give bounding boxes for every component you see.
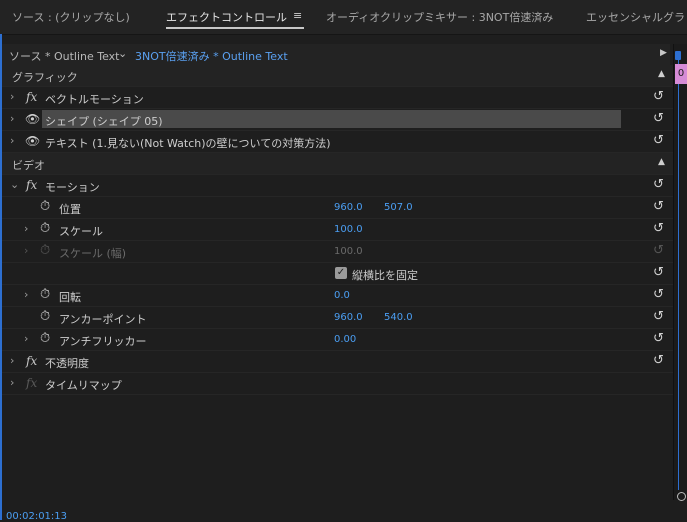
chevron-right-icon[interactable]: › xyxy=(24,288,28,301)
effect-row-opacity[interactable]: › fx 不透明度 ↺ xyxy=(2,351,673,373)
source-clip-row: ソース * Outline Text ⌄ 3NOT倍速済み * Outline … xyxy=(2,44,670,66)
stopwatch-icon[interactable]: ⏱ xyxy=(40,331,50,346)
property-label: アンカーポイント xyxy=(59,313,147,326)
position-x-value[interactable]: 960.0 xyxy=(334,202,363,213)
playhead-handle[interactable] xyxy=(675,51,681,60)
clip-marker[interactable]: 0 xyxy=(675,64,687,84)
stopwatch-icon[interactable]: ⏱ xyxy=(40,287,50,302)
tab-audio-clip-mixer[interactable]: オーディオクリップミキサー : 3NOT倍速済み xyxy=(326,9,553,25)
section-video: ビデオ ▲ xyxy=(2,153,673,175)
source-label[interactable]: ソース * Outline Text xyxy=(9,48,119,64)
property-row-uniform-scale: ✓ 縦横比を固定 ↺ xyxy=(2,263,673,285)
property-label: スケール (幅) xyxy=(59,247,127,260)
reset-icon[interactable]: ↺ xyxy=(653,133,664,148)
scale-width-value: 100.0 xyxy=(334,246,363,257)
eye-icon[interactable]: 👁 xyxy=(25,112,40,126)
rotation-value[interactable]: 0.0 xyxy=(334,290,350,301)
property-row-scale: › ⏱ スケール 100.0 ↺ xyxy=(2,219,673,241)
chevron-right-icon[interactable]: › xyxy=(24,332,28,345)
position-y-value[interactable]: 507.0 xyxy=(384,202,413,213)
effect-name: 不透明度 xyxy=(45,357,89,370)
effect-name: シェイプ (シェイプ 05) xyxy=(45,115,163,128)
chevron-right-icon[interactable]: › xyxy=(10,134,14,147)
current-timecode[interactable]: 00:02:01:13 xyxy=(6,511,67,522)
fx-icon[interactable]: fx xyxy=(26,178,37,192)
anchor-x-value[interactable]: 960.0 xyxy=(334,312,363,323)
reset-icon[interactable]: ↺ xyxy=(653,287,664,302)
fx-icon[interactable]: fx xyxy=(26,90,37,104)
tab-effect-controls[interactable]: エフェクトコントロール xyxy=(166,9,287,25)
property-label: 回転 xyxy=(59,291,81,304)
section-label: ビデオ xyxy=(12,159,45,172)
reset-icon: ↺ xyxy=(653,243,664,258)
property-label: 位置 xyxy=(59,203,81,216)
sequence-clip-label[interactable]: 3NOT倍速済み * Outline Text xyxy=(135,48,288,64)
playhead-line xyxy=(678,60,679,490)
chevron-down-icon[interactable]: ⌄ xyxy=(118,47,127,60)
property-label: スケール xyxy=(59,225,103,238)
effect-row-time-remap[interactable]: › fx タイムリマップ xyxy=(2,373,673,395)
fx-icon[interactable]: fx xyxy=(26,354,37,368)
reset-icon[interactable]: ↺ xyxy=(653,199,664,214)
effect-name: タイムリマップ xyxy=(45,379,122,392)
reset-icon[interactable]: ↺ xyxy=(653,265,664,280)
effect-row-text[interactable]: › 👁 テキスト (1.見ない(Not Watch)の壁についての対策方法) ↺ xyxy=(2,131,673,153)
property-row-position: ⏱ 位置 960.0 507.0 ↺ xyxy=(2,197,673,219)
effect-list: グラフィック ▲ › fx ベクトルモーション ↺ › 👁 シェイプ (シェイプ… xyxy=(2,65,673,395)
tab-source[interactable]: ソース : (クリップなし) xyxy=(12,9,130,25)
effect-row-vector-motion[interactable]: › fx ベクトルモーション ↺ xyxy=(2,87,673,109)
reset-icon[interactable]: ↺ xyxy=(653,89,664,104)
reset-icon[interactable]: ↺ xyxy=(653,353,664,368)
stopwatch-icon[interactable]: ⏱ xyxy=(40,309,50,324)
eye-icon[interactable]: 👁 xyxy=(25,134,40,148)
property-row-rotation: › ⏱ 回転 0.0 ↺ xyxy=(2,285,673,307)
property-row-anchor-point: ⏱ アンカーポイント 960.0 540.0 ↺ xyxy=(2,307,673,329)
play-icon[interactable]: ▶ xyxy=(660,48,667,58)
property-label: アンチフリッカー xyxy=(59,335,147,348)
reset-icon[interactable]: ↺ xyxy=(653,177,664,192)
anchor-y-value[interactable]: 540.0 xyxy=(384,312,413,323)
active-tab-underline xyxy=(166,27,304,29)
effect-row-motion[interactable]: ⌄ fx モーション ↺ xyxy=(2,175,673,197)
chevron-right-icon[interactable]: › xyxy=(10,376,14,389)
scale-value[interactable]: 100.0 xyxy=(334,224,363,235)
reset-icon[interactable]: ↺ xyxy=(653,111,664,126)
panel-tab-bar: ソース : (クリップなし) エフェクトコントロール ≡ オーディオクリップミキ… xyxy=(0,0,687,35)
mini-timeline[interactable] xyxy=(673,44,687,500)
checkbox-label: 縦横比を固定 xyxy=(352,269,418,282)
chevron-right-icon: › xyxy=(24,244,29,257)
property-row-anti-flicker: › ⏱ アンチフリッカー 0.00 ↺ xyxy=(2,329,673,351)
chevron-right-icon[interactable]: › xyxy=(10,112,14,125)
effect-name: テキスト (1.見ない(Not Watch)の壁についての対策方法) xyxy=(45,137,331,150)
section-graphics: グラフィック ▲ xyxy=(2,65,673,87)
effect-row-shape[interactable]: › 👁 シェイプ (シェイプ 05) ↺ xyxy=(2,109,673,131)
stopwatch-icon[interactable]: ⏱ xyxy=(40,199,50,214)
chevron-down-icon[interactable]: ⌄ xyxy=(10,178,19,191)
stopwatch-icon: ⏱ xyxy=(40,243,51,258)
reset-icon[interactable]: ↺ xyxy=(653,331,664,346)
chevron-right-icon[interactable]: › xyxy=(10,354,14,367)
stopwatch-icon[interactable]: ⏱ xyxy=(40,221,50,236)
anti-flicker-value[interactable]: 0.00 xyxy=(334,334,356,345)
chevron-right-icon[interactable]: › xyxy=(24,222,28,235)
effect-name: ベクトルモーション xyxy=(45,93,144,106)
timeline-zoom-handle[interactable] xyxy=(677,492,686,501)
collapse-up-icon[interactable]: ▲ xyxy=(658,157,665,167)
effect-name: モーション xyxy=(45,181,100,194)
collapse-up-icon[interactable]: ▲ xyxy=(658,69,665,79)
fx-icon: fx xyxy=(26,376,38,390)
uniform-scale-checkbox[interactable]: ✓ xyxy=(335,267,347,279)
section-label: グラフィック xyxy=(12,71,78,84)
tab-essential-graphics[interactable]: エッセンシャルグラ xyxy=(586,9,685,25)
property-row-scale-width: › ⏱ スケール (幅) 100.0 ↺ xyxy=(2,241,673,263)
panel-menu-icon[interactable]: ≡ xyxy=(293,9,302,22)
reset-icon[interactable]: ↺ xyxy=(653,309,664,324)
reset-icon[interactable]: ↺ xyxy=(653,221,664,236)
chevron-right-icon[interactable]: › xyxy=(10,90,14,103)
